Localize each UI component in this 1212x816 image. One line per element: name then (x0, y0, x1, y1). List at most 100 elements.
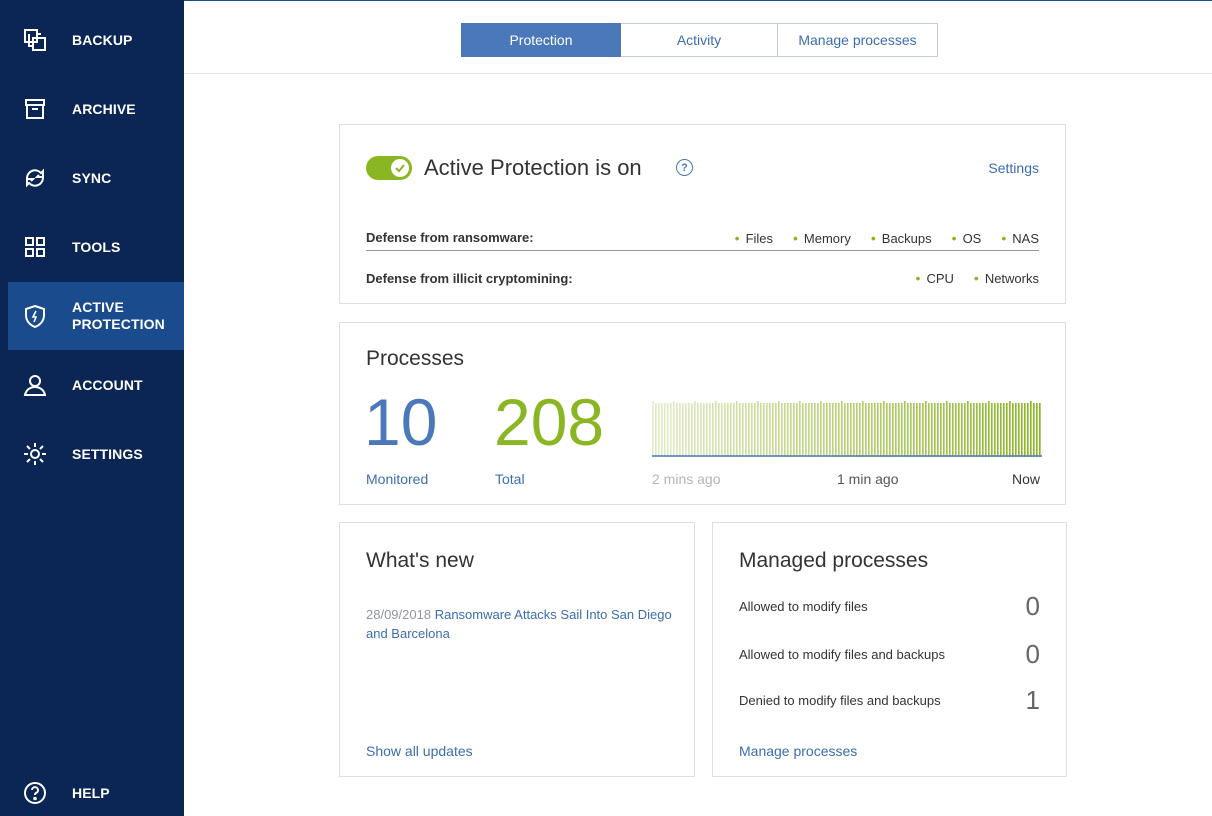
ransomware-defense-label: Defense from ransomware: (366, 230, 534, 245)
total-link[interactable]: Total (495, 471, 525, 487)
activity-bar (700, 403, 702, 457)
activity-bar (670, 403, 672, 457)
activity-bar (706, 403, 708, 457)
activity-bar (676, 403, 678, 457)
activity-bar (955, 403, 957, 457)
check-icon (391, 159, 409, 177)
active-protection-card: Active Protection is on ? Settings Defen… (339, 124, 1066, 304)
defense-item-backups: Backups (871, 230, 932, 246)
sidebar-item-label: ACCOUNT (72, 376, 143, 393)
sidebar-item-help[interactable]: HELP (8, 760, 184, 816)
defense-item-nas: NAS (1001, 230, 1039, 246)
activity-bar (877, 403, 879, 457)
activity-bar (652, 401, 654, 457)
activity-bar (832, 403, 834, 457)
activity-bar (1003, 403, 1005, 457)
activity-bar (859, 403, 861, 457)
sidebar-item-label: TOOLS (72, 238, 121, 255)
activity-bar (739, 403, 741, 457)
sidebar-item-label: SYNC (72, 169, 112, 186)
activity-bar (817, 403, 819, 457)
activity-bar (1018, 403, 1020, 457)
activity-bar (793, 403, 795, 457)
activity-bar (694, 401, 696, 457)
monitored-count: 10 (364, 385, 438, 459)
tab-manage-processes[interactable]: Manage processes (778, 23, 938, 57)
sidebar-item-active-protection[interactable]: ACTIVE PROTECTION (8, 282, 184, 350)
activity-bar (973, 403, 975, 457)
tab-activity[interactable]: Activity (621, 23, 778, 57)
activity-bar (697, 403, 699, 457)
defense-item-files: Files (735, 230, 773, 246)
sidebar-item-account[interactable]: ACCOUNT (8, 352, 184, 418)
managed-row-label: Allowed to modify files (739, 598, 868, 614)
activity-bar (904, 401, 906, 457)
manage-processes-link[interactable]: Manage processes (739, 743, 857, 759)
managed-row: Allowed to modify files and backups 0 (739, 639, 1040, 669)
activity-bar (964, 403, 966, 457)
activity-bar (835, 403, 837, 457)
ransomware-defense-row: Defense from ransomware: Files Memory Ba… (366, 225, 1039, 251)
activity-bar (856, 403, 858, 457)
news-date: 28/09/2018 (366, 607, 432, 622)
activity-bar (943, 403, 945, 457)
activity-bar (679, 403, 681, 457)
activity-bar (928, 403, 930, 457)
activity-bar (844, 403, 846, 457)
activity-bar (853, 403, 855, 457)
sidebar-item-label: BACKUP (72, 31, 133, 48)
activity-bar (961, 403, 963, 457)
process-activity-graph (652, 401, 1042, 457)
activity-bar (796, 403, 798, 457)
activity-bar (760, 403, 762, 457)
activity-bar (868, 403, 870, 457)
activity-bar (658, 403, 660, 457)
activity-bar (907, 403, 909, 457)
activity-bar (814, 403, 816, 457)
activity-bar (922, 403, 924, 457)
sidebar-item-settings[interactable]: SETTINGS (8, 421, 184, 487)
activity-bar (901, 403, 903, 457)
tab-protection[interactable]: Protection (461, 23, 621, 57)
user-icon (8, 372, 62, 398)
activity-bar (940, 403, 942, 457)
activity-bar (724, 403, 726, 457)
cryptomining-defense-row: Defense from illicit cryptomining: CPU N… (366, 265, 1039, 291)
activity-bar (991, 403, 993, 457)
cryptomining-defense-items: CPU Networks (916, 270, 1039, 286)
activity-bar (880, 403, 882, 457)
settings-link[interactable]: Settings (988, 160, 1039, 176)
activity-bar (742, 403, 744, 457)
activity-bar (1015, 403, 1017, 457)
activity-bar (1000, 403, 1002, 457)
sidebar-item-sync[interactable]: SYNC (8, 145, 184, 211)
activity-bar (733, 403, 735, 457)
sidebar-item-tools[interactable]: TOOLS (8, 214, 184, 280)
activity-bar (712, 403, 714, 457)
help-label: HELP (72, 784, 110, 801)
sidebar-item-archive[interactable]: ARCHIVE (8, 76, 184, 142)
activity-bar (709, 403, 711, 457)
activity-bar (661, 403, 663, 457)
help-circle-icon[interactable]: ? (676, 159, 693, 176)
activity-bar (673, 401, 675, 457)
whats-new-title: What's new (366, 549, 474, 572)
activity-bar (913, 403, 915, 457)
whats-new-card: What's new 28/09/2018 Ransomware Attacks… (339, 522, 695, 777)
activity-bar (952, 403, 954, 457)
backup-icon (8, 27, 62, 53)
show-all-updates-link[interactable]: Show all updates (366, 743, 473, 759)
managed-row-value: 0 (1025, 638, 1040, 669)
activity-bar (802, 403, 804, 457)
activity-bar (850, 403, 852, 457)
activity-bar (838, 403, 840, 457)
activity-bar (757, 401, 759, 457)
managed-row-label: Allowed to modify files and backups (739, 646, 945, 662)
activity-bar (1039, 403, 1041, 457)
tools-icon (8, 234, 62, 260)
sidebar-item-backup[interactable]: BACKUP (8, 7, 184, 73)
activity-bar (883, 401, 885, 457)
protection-toggle[interactable] (366, 156, 412, 180)
activity-bar (871, 403, 873, 457)
monitored-link[interactable]: Monitored (366, 471, 428, 487)
